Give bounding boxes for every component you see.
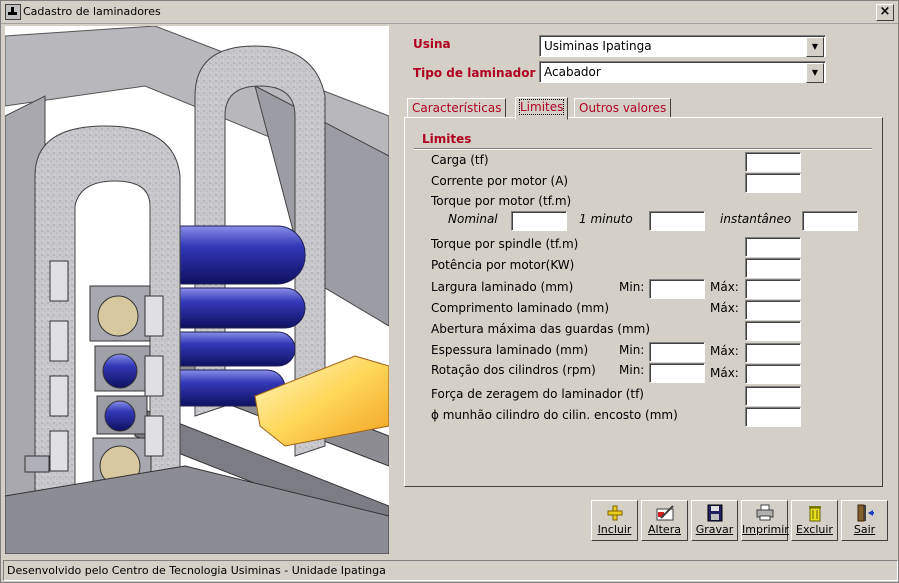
torque-1-minuto-input[interactable] bbox=[649, 211, 705, 231]
munhao-label: ϕ munhão cilindro do cilin. encosto (mm) bbox=[431, 408, 678, 422]
torque-spindle-input[interactable] bbox=[745, 237, 801, 257]
rotacao-min-label: Min: bbox=[619, 363, 645, 377]
espessura-min-input[interactable] bbox=[649, 342, 705, 362]
espessura-max-label: Máx: bbox=[710, 344, 739, 358]
corrente-input[interactable] bbox=[745, 173, 801, 193]
close-button[interactable]: × bbox=[876, 4, 894, 21]
largura-max-label: Máx: bbox=[710, 280, 739, 294]
chevron-down-icon[interactable]: ▼ bbox=[806, 63, 824, 83]
sair-button[interactable]: Sair bbox=[841, 500, 888, 541]
instantaneo-label: instantâneo bbox=[720, 212, 792, 226]
usina-select[interactable]: Usiminas Ipatinga ▼ bbox=[539, 35, 826, 57]
torque-instantaneo-input[interactable] bbox=[802, 211, 858, 231]
rotacao-max-label: Máx: bbox=[710, 366, 739, 380]
forca-label: Força de zeragem do laminador (tf) bbox=[431, 387, 644, 401]
exit-door-icon bbox=[857, 504, 874, 522]
gravar-button[interactable]: Gravar bbox=[691, 500, 738, 541]
rotacao-label: Rotação dos cilindros (rpm) bbox=[431, 363, 596, 377]
title-bar: Cadastro de laminadores × bbox=[1, 1, 898, 24]
section-divider bbox=[414, 148, 872, 150]
printer-icon bbox=[756, 504, 774, 521]
close-icon: × bbox=[879, 4, 891, 19]
tab-caracteristicas[interactable]: Características bbox=[407, 98, 507, 119]
edit-icon bbox=[656, 505, 674, 521]
potencia-input[interactable] bbox=[745, 258, 801, 278]
espessura-min-label: Min: bbox=[619, 343, 645, 357]
section-title: Limites bbox=[422, 132, 472, 146]
largura-label: Largura laminado (mm) bbox=[431, 280, 574, 294]
carga-label: Carga (tf) bbox=[431, 153, 489, 167]
torque-nominal-input[interactable] bbox=[511, 211, 567, 231]
tipo-laminador-select[interactable]: Acabador ▼ bbox=[539, 61, 826, 83]
save-icon bbox=[707, 504, 723, 522]
rotacao-min-input[interactable] bbox=[649, 363, 705, 383]
torque-motor-label: Torque por motor (tf.m) bbox=[431, 194, 572, 208]
tipo-laminador-label: Tipo de laminador bbox=[413, 66, 536, 80]
comprimento-label: Comprimento laminado (mm) bbox=[431, 301, 610, 315]
usina-label: Usina bbox=[413, 37, 451, 51]
status-text: Desenvolvido pelo Centro de Tecnologia U… bbox=[7, 564, 386, 577]
status-bar: Desenvolvido pelo Centro de Tecnologia U… bbox=[3, 560, 898, 581]
largura-min-label: Min: bbox=[619, 280, 645, 294]
usina-select-value: Usiminas Ipatinga bbox=[544, 39, 652, 53]
abertura-input[interactable] bbox=[745, 321, 801, 341]
carga-input[interactable] bbox=[745, 152, 801, 172]
tipo-laminador-select-value: Acabador bbox=[544, 65, 601, 79]
abertura-label: Abertura máxima das guardas (mm) bbox=[431, 322, 651, 336]
largura-max-input[interactable] bbox=[745, 279, 801, 299]
potencia-label: Potência por motor(KW) bbox=[431, 258, 575, 272]
main-window: Cadastro de laminadores × Usina Usiminas… bbox=[0, 0, 899, 583]
altera-button[interactable]: Altera bbox=[641, 500, 688, 541]
corrente-label: Corrente por motor (A) bbox=[431, 174, 569, 188]
largura-min-input[interactable] bbox=[649, 279, 705, 299]
torque-spindle-label: Torque por spindle (tf.m) bbox=[431, 237, 579, 251]
comprimento-max-label: Máx: bbox=[710, 301, 739, 315]
plus-icon bbox=[607, 505, 623, 521]
excluir-button[interactable]: Excluir bbox=[791, 500, 838, 541]
comprimento-max-input[interactable] bbox=[745, 300, 801, 320]
rolling-mill-illustration bbox=[5, 26, 389, 554]
app-icon bbox=[5, 4, 21, 20]
imprimir-button[interactable]: Imprimir bbox=[741, 500, 789, 541]
um-minuto-label: 1 minuto bbox=[579, 212, 633, 226]
nominal-label: Nominal bbox=[448, 212, 498, 226]
munhao-input[interactable] bbox=[745, 407, 801, 427]
trash-icon bbox=[809, 506, 821, 522]
forca-input[interactable] bbox=[745, 386, 801, 406]
espessura-label: Espessura laminado (mm) bbox=[431, 343, 589, 357]
chevron-down-icon[interactable]: ▼ bbox=[806, 37, 824, 57]
espessura-max-input[interactable] bbox=[745, 343, 801, 363]
window-title: Cadastro de laminadores bbox=[23, 5, 161, 18]
tab-outros-valores[interactable]: Outros valores bbox=[574, 98, 672, 119]
rotacao-max-input[interactable] bbox=[745, 364, 801, 384]
tab-limites[interactable]: Limites bbox=[515, 97, 569, 120]
incluir-button[interactable]: Incluir bbox=[591, 500, 638, 541]
